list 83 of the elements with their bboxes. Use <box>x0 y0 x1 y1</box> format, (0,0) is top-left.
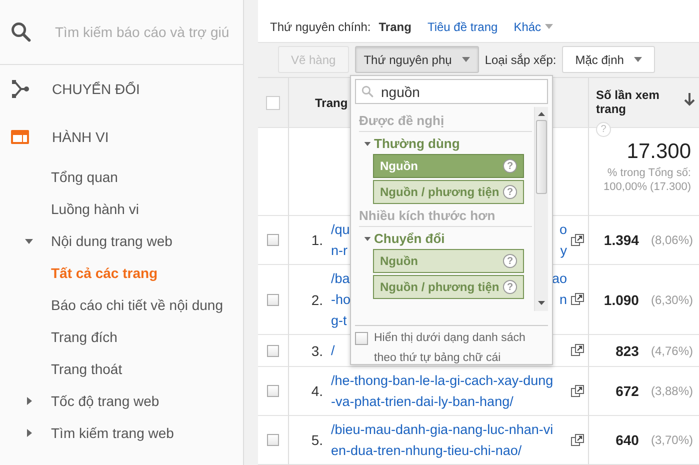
dimension-link[interactable]: Tiêu đề trang <box>427 20 498 34</box>
page-link[interactable]: g-t <box>331 310 347 331</box>
menu-heading: Được đề nghị <box>359 111 532 132</box>
caret-icon[interactable] <box>25 397 33 405</box>
nav-item[interactable]: Trang thoát <box>51 361 122 377</box>
page-link[interactable]: /qu <box>331 219 350 240</box>
layout-icon <box>10 127 30 147</box>
dimension-link[interactable]: Trang <box>378 20 412 34</box>
caret-icon <box>462 57 470 62</box>
secondary-dimension-button[interactable]: Thứ nguyên phụ <box>354 46 479 74</box>
caret-icon <box>634 57 642 62</box>
checkbox[interactable] <box>267 434 279 446</box>
page-link[interactable]: n <box>559 289 567 310</box>
menu-category[interactable]: Thường dùng <box>374 136 460 151</box>
page-link[interactable]: n-r <box>331 240 348 261</box>
page-link[interactable]: /bieu-mau-danh-gia-nang-luc-nhan-vi <box>331 419 554 440</box>
dimension-label: Thứ nguyên chính: <box>270 20 371 34</box>
checkbox[interactable] <box>267 234 279 246</box>
total-value: 17.300 <box>626 140 691 164</box>
external-link-icon[interactable] <box>571 293 584 306</box>
nav-item[interactable]: Tốc độ trang web <box>51 393 160 409</box>
checkbox[interactable] <box>267 294 279 306</box>
page-link[interactable]: y <box>560 240 567 261</box>
pageviews-value: 1.394 <box>604 232 639 248</box>
row-number: 5. <box>310 432 324 448</box>
page-link[interactable]: ao <box>552 268 567 289</box>
total-note: % trong Tổng số: 100,00% (17.300) <box>602 166 691 194</box>
external-link-icon[interactable] <box>571 234 584 246</box>
page-link[interactable]: -ho <box>331 289 351 310</box>
nav-item[interactable]: Trang đích <box>51 329 118 345</box>
nav-section[interactable]: HÀNH VI <box>52 129 109 145</box>
row-number: 4. <box>310 383 324 399</box>
external-link-icon[interactable] <box>571 384 584 398</box>
pageviews-share: (8,06%) <box>650 233 693 247</box>
pageviews-value: 823 <box>616 342 639 358</box>
external-link-icon[interactable] <box>571 344 584 357</box>
search-field[interactable]: Tìm kiếm báo cáo và trợ giú <box>55 24 235 40</box>
page-link[interactable]: o <box>559 219 567 240</box>
menu-category[interactable]: Chuyển đổi <box>374 231 445 246</box>
funnel-icon <box>10 79 30 99</box>
sort-dropdown[interactable]: Mặc định <box>562 46 655 74</box>
external-link-icon[interactable] <box>571 434 584 446</box>
dimension-search-field[interactable]: nguồn <box>355 79 548 104</box>
nav-item[interactable]: Tổng quan <box>51 169 118 185</box>
caret-icon <box>364 236 371 240</box>
menu-heading: Nhiều kích thước hơn <box>359 206 532 227</box>
nav-item[interactable]: Tìm kiếm trang web <box>51 425 174 441</box>
nav-item[interactable]: Báo cáo chi tiết về nội dung <box>51 297 224 313</box>
pageviews-share: (3,70%) <box>650 433 693 447</box>
row-number: 2. <box>310 292 324 308</box>
caret-icon <box>545 24 554 30</box>
pageviews-value: 640 <box>616 432 639 448</box>
search-icon <box>361 85 374 98</box>
pageviews-value: 1.090 <box>604 292 639 308</box>
row-number: 1. <box>310 232 324 248</box>
checkbox[interactable] <box>267 344 279 356</box>
caret-icon <box>364 142 371 146</box>
column-header[interactable]: Trang <box>315 96 348 110</box>
sort-label: Loại sắp xếp: <box>484 52 556 67</box>
row-number: 3. <box>310 342 324 358</box>
page-link[interactable]: -va-phat-trien-dai-ly-ban-hang/ <box>331 391 514 412</box>
page-link[interactable]: /he-thong-ban-le-la-gi-cach-xay-dung <box>331 370 554 391</box>
pageviews-share: (4,76%) <box>650 344 693 358</box>
pageviews-share: (3,88%) <box>650 384 693 398</box>
search-icon <box>10 21 32 43</box>
page-link[interactable]: /ba <box>331 268 350 289</box>
checkbox[interactable] <box>355 332 368 345</box>
page-link[interactable]: / <box>331 340 335 361</box>
checkbox[interactable] <box>266 96 280 110</box>
scroll-up-icon[interactable] <box>538 112 545 116</box>
nav-item[interactable]: Luồng hành vi <box>51 201 139 217</box>
pageviews-value: 672 <box>616 383 639 399</box>
checkbox-label: Hiển thị dưới dạng danh sách theo thứ tự bảng chữ cái <box>374 330 526 366</box>
nav-item[interactable]: Nội dung trang web <box>51 233 172 249</box>
scrollbar[interactable] <box>534 107 548 311</box>
dimension-link[interactable]: Khác <box>514 20 554 34</box>
page-link[interactable]: en-dua-tren-nhung-tieu-chi-nao/ <box>331 440 522 461</box>
caret-icon[interactable] <box>25 429 33 437</box>
caret-icon[interactable] <box>25 237 33 245</box>
scroll-down-icon[interactable] <box>538 301 545 305</box>
nav-section[interactable]: CHUYỂN ĐỔI <box>52 81 140 97</box>
checkbox[interactable] <box>267 385 279 397</box>
pageviews-share: (6,30%) <box>650 292 693 306</box>
